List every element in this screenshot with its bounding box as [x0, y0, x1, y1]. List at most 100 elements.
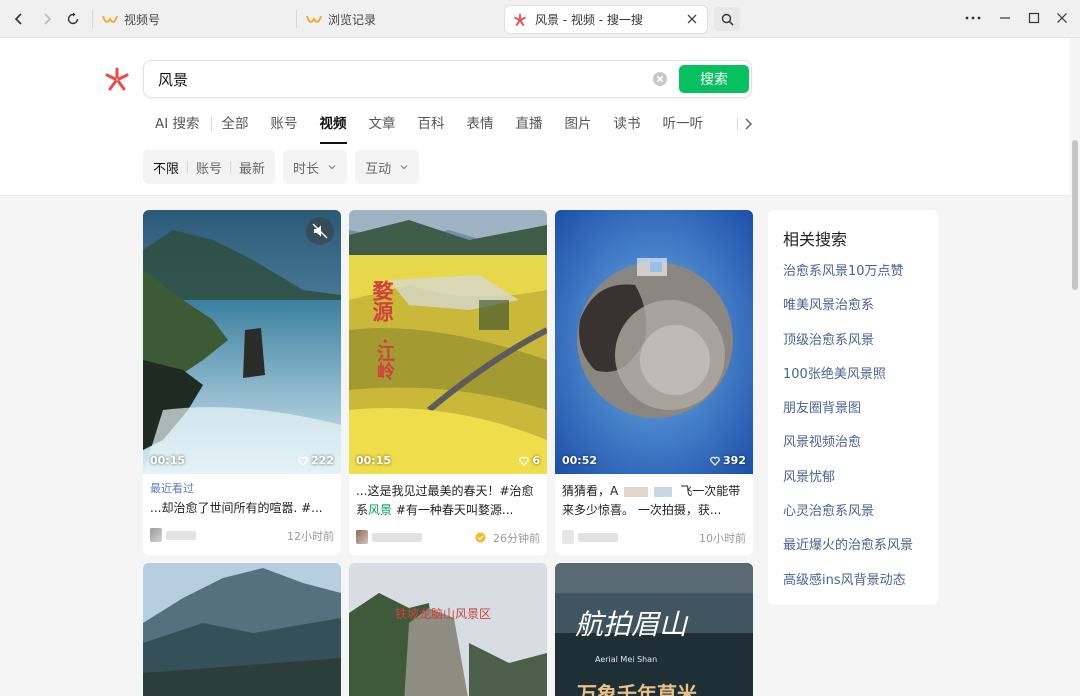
video-description[interactable]: 猜猜看，A 飞一次能带 来多少惊喜。 一次拍摄，获...	[562, 482, 746, 520]
video-duration: 00:15	[150, 454, 186, 467]
sousou-logo-icon	[513, 13, 529, 27]
tab-books[interactable]: 读书	[614, 112, 641, 136]
related-search-item[interactable]: 风景视频治愈	[783, 435, 913, 469]
tab-search-results[interactable]: 风景 - 视频 - 搜一搜	[505, 6, 707, 33]
video-card[interactable]: 婺源 ·江岭 00:15 6 ...这是我见过最美的春天！#治愈系风景 #有一种…	[349, 210, 547, 555]
tab-label: 风景 - 视频 - 搜一搜	[535, 13, 643, 27]
scrollbar-thumb[interactable]	[1072, 140, 1078, 290]
close-window-icon[interactable]	[1053, 9, 1071, 27]
like-count-value: 222	[311, 454, 334, 467]
avatar[interactable]	[562, 530, 574, 544]
tab-channels[interactable]: 视频号	[94, 6, 294, 33]
chevron-right-icon[interactable]	[740, 115, 756, 133]
overlay-subtitle: Aerial Mei Shan	[595, 655, 658, 664]
filter-unlimited[interactable]: 不限	[145, 158, 187, 177]
related-search-item[interactable]: 100张绝美风景照	[783, 367, 913, 401]
video-thumbnail[interactable]: 00:52 392	[555, 210, 753, 474]
related-searches-title: 相关搜索	[783, 230, 848, 249]
clear-icon[interactable]	[652, 71, 668, 87]
sousou-logo-icon[interactable]	[104, 66, 130, 92]
video-description[interactable]: ...却治愈了世间所有的喧嚣. #...	[150, 499, 334, 518]
browser-toolbar: 视频号 浏览记录 风景 - 视频 - 搜一搜	[0, 0, 1080, 38]
related-search-item[interactable]: 朋友圈背景图	[783, 401, 913, 435]
filter-row: 不限 账号 最新 时长 互动	[143, 150, 427, 184]
video-thumbnail[interactable]: 婺源 ·江岭 00:15 6	[349, 210, 547, 474]
related-search-item[interactable]: 治愈系风景10万点赞	[783, 264, 913, 298]
description-text: 猜猜看，A	[562, 484, 619, 498]
video-thumbnail[interactable]: 铁坡龙脑山风景区	[349, 563, 547, 696]
post-time: 26分钟前	[493, 532, 540, 545]
video-card[interactable]	[143, 563, 341, 696]
tab-live[interactable]: 直播	[516, 112, 543, 136]
related-search-item[interactable]: 高级感ins风背景动态	[783, 573, 913, 607]
video-duration: 00:15	[356, 454, 392, 467]
tab-all[interactable]: 全部	[222, 112, 249, 136]
minimize-icon[interactable]	[996, 9, 1014, 27]
like-count-value: 392	[723, 454, 746, 467]
tab-stickers[interactable]: 表情	[467, 112, 494, 136]
avatar[interactable]	[150, 528, 162, 542]
mute-icon[interactable]	[306, 217, 334, 245]
avatar[interactable]	[356, 530, 368, 544]
maximize-icon[interactable]	[1025, 9, 1043, 27]
type-tabs: AI 搜索 全部 账号 视频 文章 百科 表情 直播 图片 读书 听一听	[155, 112, 725, 144]
filter-account[interactable]: 账号	[188, 158, 230, 177]
video-card[interactable]: 00:52 392 猜猜看，A 飞一次能带 来多少惊喜。 一次拍摄，获... 10小…	[555, 210, 753, 555]
sort-filter: 不限 账号 最新	[143, 150, 276, 184]
video-thumbnail[interactable]: 00:15 222	[143, 210, 341, 474]
video-card[interactable]: 00:15 222 最近看过 ...却治愈了世间所有的喧嚣. #... 12小时…	[143, 210, 341, 555]
tab-ai-search[interactable]: AI 搜索	[155, 112, 200, 136]
video-duration: 00:52	[562, 454, 598, 467]
close-icon[interactable]	[685, 12, 699, 26]
duration-filter-label: 时长	[293, 161, 320, 177]
related-search-item[interactable]: 唯美风景治愈系	[783, 298, 913, 332]
wechat-channels-icon	[102, 13, 118, 27]
more-menu-icon[interactable]	[964, 9, 982, 27]
verified-badge-icon	[475, 532, 486, 543]
video-card[interactable]: 铁坡龙脑山风景区	[349, 563, 547, 696]
tab-articles[interactable]: 文章	[369, 112, 396, 136]
overlay-title: 铁坡龙脑山风景区	[395, 607, 492, 621]
related-searches-list: 治愈系风景10万点赞 唯美风景治愈系 顶级治愈系风景 100张绝美风景照 朋友圈…	[783, 264, 913, 607]
video-thumbnail[interactable]: 航拍眉山 Aerial Mei Shan 万象千年草米	[555, 563, 753, 696]
tab-label: 视频号	[124, 13, 161, 27]
search-input[interactable]	[158, 70, 638, 88]
video-thumbnail[interactable]	[143, 563, 341, 696]
page-scrollbar[interactable]	[1070, 38, 1080, 696]
video-meta: 12小时前	[150, 524, 334, 546]
description-text: 飞一次能带	[680, 484, 741, 498]
forward-icon[interactable]	[36, 8, 58, 30]
author-name-blurred[interactable]	[372, 533, 422, 542]
related-search-item[interactable]: 风景忧郁	[783, 470, 913, 504]
like-count: 392	[710, 454, 746, 467]
reload-icon[interactable]	[62, 8, 84, 30]
related-search-item[interactable]: 最近爆火的治愈系风景	[783, 538, 913, 572]
duration-filter[interactable]: 时长	[283, 150, 348, 184]
interaction-filter[interactable]: 互动	[355, 150, 420, 184]
filter-latest[interactable]: 最新	[231, 158, 273, 177]
interaction-filter-label: 互动	[365, 161, 392, 177]
tab-listen[interactable]: 听一听	[663, 112, 704, 136]
tab-images[interactable]: 图片	[565, 112, 592, 136]
back-icon[interactable]	[8, 8, 30, 30]
search-header: 搜索 AI 搜索 全部 账号 视频 文章 百科 表情 直播 图片 读书 听一听 …	[0, 38, 1070, 196]
tab-history[interactable]: 浏览记录	[298, 6, 498, 33]
overlay-caption: 万象千年草米	[577, 682, 697, 696]
blurred-text	[624, 486, 649, 497]
heart-icon	[519, 456, 530, 466]
overlay-title: 婺源	[370, 280, 395, 322]
video-description[interactable]: ...这是我见过最美的春天！#治愈系风景 #有一种春天叫婺源...	[356, 482, 540, 520]
tab-videos[interactable]: 视频	[319, 112, 347, 144]
related-search-item[interactable]: 顶级治愈系风景	[783, 333, 913, 367]
tab-encyclopedia[interactable]: 百科	[418, 112, 445, 136]
tab-accounts[interactable]: 账号	[271, 112, 298, 136]
search-tab-icon[interactable]	[714, 7, 740, 31]
chevron-down-icon	[328, 165, 336, 170]
video-card[interactable]: 航拍眉山 Aerial Mei Shan 万象千年草米	[555, 563, 753, 696]
related-search-item[interactable]: 心灵治愈系风景	[783, 504, 913, 538]
author-name-blurred[interactable]	[166, 531, 196, 540]
author-name-blurred[interactable]	[578, 533, 618, 542]
search-button[interactable]: 搜索	[679, 65, 749, 93]
tab-label: 浏览记录	[328, 13, 377, 27]
like-count-value: 6	[532, 454, 540, 467]
